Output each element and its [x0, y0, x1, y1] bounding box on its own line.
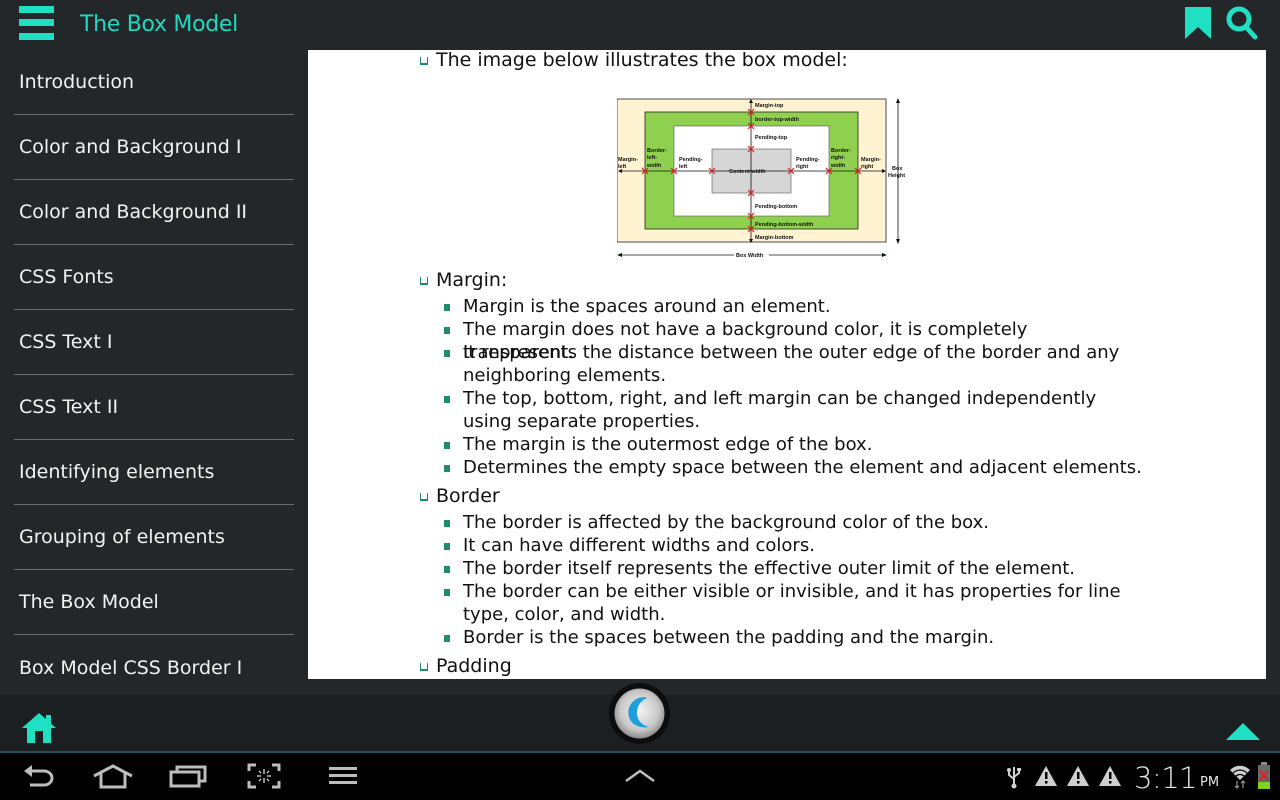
square-bullet-icon [444, 520, 450, 527]
label-padding-left: Pending- [679, 157, 703, 163]
sidebar-item-color-background-1[interactable]: Color and Background I [14, 115, 294, 180]
bullet-icon [420, 57, 428, 65]
hamburger-menu-icon[interactable] [19, 6, 54, 40]
list-item: Margin is the spaces around an element. [444, 295, 1144, 318]
label-border-left-width: Border- [647, 148, 667, 154]
usb-icon [1006, 765, 1022, 794]
sidebar-item-box-model[interactable]: The Box Model [14, 570, 294, 635]
warning-icon [1099, 766, 1121, 791]
search-icon[interactable] [1226, 6, 1258, 40]
list-item: The margin is the outermost edge of the … [444, 433, 1144, 456]
sidebar-item-label: Box Model CSS Border I [19, 656, 243, 679]
svg-text:left: left [679, 164, 687, 170]
sidebar-item-label: Identifying elements [19, 461, 215, 483]
bullet-icon [420, 277, 428, 285]
list-item: It can have different widths and colors. [444, 534, 1144, 557]
sidebar-item-label: Grouping of elements [19, 526, 225, 548]
square-bullet-icon [444, 566, 450, 573]
bullet-icon [420, 663, 428, 671]
svg-text:width: width [646, 163, 662, 169]
content-panel[interactable]: The image below illustrates the box mode… [308, 50, 1266, 679]
list-item: The border can be either visible or invi… [444, 580, 1124, 626]
sidebar: Introduction Color and Background I Colo… [0, 50, 308, 695]
square-bullet-icon [444, 589, 450, 596]
expand-icon[interactable] [624, 769, 656, 788]
back-icon[interactable] [22, 763, 56, 794]
sidebar-item-label: Color and Background I [19, 136, 242, 158]
sidebar-item-label: CSS Text II [19, 396, 119, 418]
list-item: Determines the empty space between the e… [444, 456, 1144, 479]
box-model-diagram: Margin-top border-top-width Pending-top … [617, 98, 905, 259]
sidebar-item-introduction[interactable]: Introduction [14, 50, 294, 115]
svg-text:left: left [618, 164, 626, 170]
list-item: The top, bottom, right, and left margin … [444, 387, 1144, 433]
bottom-bar [0, 683, 1280, 753]
sidebar-item-css-text-1[interactable]: CSS Text I [14, 310, 294, 375]
scroll-up-icon[interactable] [1226, 723, 1260, 741]
sidebar-item-grouping-elements[interactable]: Grouping of elements [14, 505, 294, 570]
svg-text:right: right [861, 164, 873, 170]
wifi-icon [1229, 763, 1251, 794]
warning-icon [1067, 766, 1089, 791]
svg-text:right-: right- [831, 155, 845, 161]
square-bullet-icon [444, 465, 450, 472]
menu-icon[interactable] [329, 767, 357, 790]
clock-time: 3:11 [1134, 761, 1198, 795]
list-item: The border itself represents the effecti… [444, 557, 1144, 580]
svg-text:Height: Height [888, 173, 905, 179]
bookmark-icon[interactable] [1184, 7, 1212, 39]
list-item: It represents the distance between the o… [444, 341, 1124, 387]
label-border-top-width: border-top-width [755, 117, 800, 123]
square-bullet-icon [444, 635, 450, 642]
sidebar-item-label: CSS Text I [19, 331, 113, 353]
home-icon[interactable] [21, 712, 57, 744]
sidebar-item-css-fonts[interactable]: CSS Fonts [14, 245, 294, 310]
sidebar-item-identifying-elements[interactable]: Identifying elements [14, 440, 294, 505]
label-margin-top: Margin-top [755, 103, 784, 109]
square-bullet-icon [444, 327, 450, 334]
sidebar-item-css-text-2[interactable]: CSS Text II [14, 375, 294, 440]
sidebar-item-label: CSS Fonts [19, 266, 114, 288]
svg-text:width: width [830, 163, 846, 169]
svg-text:right: right [796, 164, 808, 170]
sidebar-item-box-model-border-1[interactable]: Box Model CSS Border I [14, 635, 294, 700]
square-bullet-icon [444, 396, 450, 403]
app-bar: The Box Model [0, 0, 1280, 50]
label-border-bottom-width: Pending-bottom-width [755, 222, 814, 228]
sidebar-item-label: Introduction [19, 71, 135, 93]
svg-text:left-: left- [647, 155, 657, 161]
home-icon[interactable] [92, 763, 134, 794]
screenshot-icon[interactable] [247, 763, 281, 794]
sidebar-item-label: Color and Background II [19, 201, 248, 223]
bullet-icon [420, 493, 428, 501]
label-padding-bottom: Pending-bottom [755, 204, 797, 210]
label-margin-left: Margin- [618, 157, 638, 163]
clock-ampm: PM [1200, 775, 1220, 790]
warning-icon [1035, 766, 1057, 791]
label-content-width: Content width [729, 169, 766, 175]
list-item: Border is the spaces between the padding… [444, 626, 1144, 649]
sidebar-item-label: The Box Model [19, 591, 159, 613]
square-bullet-icon [444, 350, 450, 357]
label-border-right-width: Border- [831, 148, 851, 154]
battery-icon [1257, 762, 1271, 795]
label-padding-right: Pending- [796, 157, 820, 163]
list-item: The border is affected by the background… [444, 511, 1144, 534]
label-padding-top: Pending-top [755, 135, 788, 141]
label-margin-bottom: Margin-bottom [755, 235, 794, 241]
app-title: The Box Model [80, 12, 238, 37]
square-bullet-icon [444, 442, 450, 449]
label-margin-right: Margin- [861, 157, 881, 163]
square-bullet-icon [444, 543, 450, 550]
label-box-width: Box Width [736, 253, 764, 259]
intro-text: The image below illustrates the box mode… [436, 50, 848, 71]
app-logo-icon[interactable] [609, 683, 670, 744]
recent-apps-icon[interactable] [169, 763, 207, 794]
square-bullet-icon [444, 304, 450, 311]
system-nav-bar: 3:11 PM [0, 753, 1280, 800]
sidebar-item-color-background-2[interactable]: Color and Background II [14, 180, 294, 245]
